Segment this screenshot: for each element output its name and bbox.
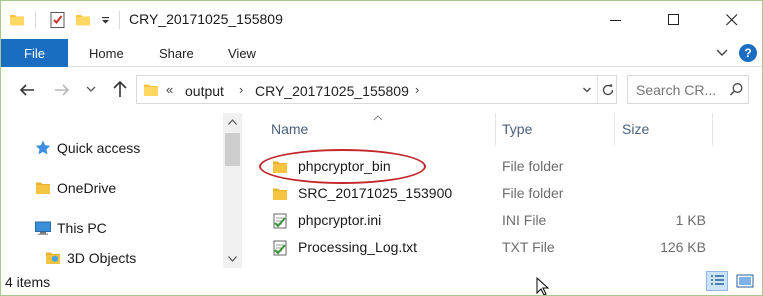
breadcrumb-current-folder[interactable]: CRY_20171025_155809 [255,83,409,99]
mouse-pointer-icon [536,276,550,295]
column-divider[interactable] [712,113,713,145]
folder-icon[interactable] [9,10,25,30]
large-icons-view-icon[interactable] [734,271,756,291]
file-name: phpcryptor_bin [298,158,391,174]
search-input[interactable] [636,82,722,98]
toolbar-separator [119,11,120,29]
item-count: 4 items [5,274,51,290]
file-row[interactable]: phpcryptor.ini INI File 1 KB [242,207,762,234]
column-divider[interactable] [614,113,615,145]
folder-icon [271,158,289,176]
maximize-button[interactable] [645,1,703,39]
refresh-icon[interactable] [597,76,617,103]
file-row[interactable]: SRC_20171025_153900 File folder [242,180,762,207]
star-icon [34,139,52,157]
folder-icon [143,82,159,98]
breadcrumb-separator-icon[interactable]: › [415,82,419,97]
file-size: 126 KB [660,239,706,255]
breadcrumb-separator-icon[interactable]: › [239,82,243,97]
scroll-down-icon[interactable] [223,250,242,267]
file-list: Name Type Size phpcryptor_bin File folde… [242,113,762,268]
folder-icon [34,179,52,197]
properties-icon[interactable] [49,10,67,30]
nav-item-this-pc[interactable]: This PC [1,216,223,240]
column-header-name[interactable]: Name [271,113,496,145]
title-bar: CRY_20171025_155809 [1,1,762,39]
column-header-size[interactable]: Size [622,113,712,145]
column-header-type[interactable]: Type [502,113,615,145]
nav-item-onedrive[interactable]: OneDrive [1,176,223,200]
scroll-thumb[interactable] [225,133,240,166]
minimize-button[interactable] [587,1,645,39]
toolbar-separator [35,11,36,29]
navigation-bar: « output › CRY_20171025_155809 › [1,67,762,113]
scroll-up-icon[interactable] [223,113,242,130]
nav-item-quick-access[interactable]: Quick access [1,136,223,160]
nav-item-label: 3D Objects [67,250,137,266]
back-arrow-icon[interactable] [17,80,37,100]
3d-objects-icon [44,249,62,267]
customize-toolbar-chevron-down-icon[interactable] [99,10,111,30]
navigation-pane: Quick access OneDrive This PC 3D Objects [1,113,223,268]
window-title: CRY_20171025_155809 [129,11,283,27]
tab-home[interactable]: Home [89,46,124,61]
nav-item-label: This PC [57,220,107,236]
ini-file-icon [271,212,289,230]
status-bar: 4 items [1,268,762,295]
file-size: 1 KB [675,212,706,228]
tab-share[interactable]: Share [159,46,194,61]
up-arrow-icon[interactable] [111,79,129,99]
search-icon[interactable] [729,82,744,97]
explorer-window: CRY_20171025_155809 File Home Share View… [0,0,763,296]
computer-icon [34,219,52,237]
file-type: INI File [502,212,547,228]
nav-item-3d-objects[interactable]: 3D Objects [1,246,223,270]
close-button[interactable] [703,1,761,39]
file-name: SRC_20171025_153900 [298,185,453,201]
forward-arrow-icon[interactable] [52,80,72,100]
file-type: TXT File [502,239,555,255]
file-type: File folder [502,158,564,174]
recent-locations-chevron-down-icon[interactable] [84,82,98,96]
navigation-pane-scrollbar[interactable] [223,113,242,268]
expand-ribbon-chevron-down-icon[interactable] [715,45,729,59]
nav-item-label: Quick access [57,140,141,156]
tab-view[interactable]: View [228,46,256,61]
address-bar[interactable]: « output › CRY_20171025_155809 › [136,75,617,104]
minimize-icon [610,20,621,21]
file-row[interactable]: Processing_Log.txt TXT File 126 KB [242,234,762,261]
search-box[interactable] [627,75,749,104]
close-icon [726,14,738,26]
folder-icon [271,185,289,203]
breadcrumb-output[interactable]: output [185,83,224,99]
overflow-chevron-icon[interactable]: « [166,82,173,97]
file-name: Processing_Log.txt [298,239,418,255]
txt-file-icon [271,239,289,257]
column-divider[interactable] [495,113,496,145]
file-row[interactable]: phpcryptor_bin File folder [242,153,762,180]
details-view-icon[interactable] [706,271,728,291]
new-folder-icon[interactable] [75,10,91,30]
help-icon[interactable]: ? [739,44,757,62]
ribbon-tabs: File Home Share View ? [1,39,762,67]
tab-file[interactable]: File [1,39,68,67]
file-name: phpcryptor.ini [298,212,382,228]
address-history-chevron-down-icon[interactable] [577,76,597,103]
nav-item-label: OneDrive [57,180,117,196]
maximize-icon [668,14,679,25]
file-type: File folder [502,185,564,201]
